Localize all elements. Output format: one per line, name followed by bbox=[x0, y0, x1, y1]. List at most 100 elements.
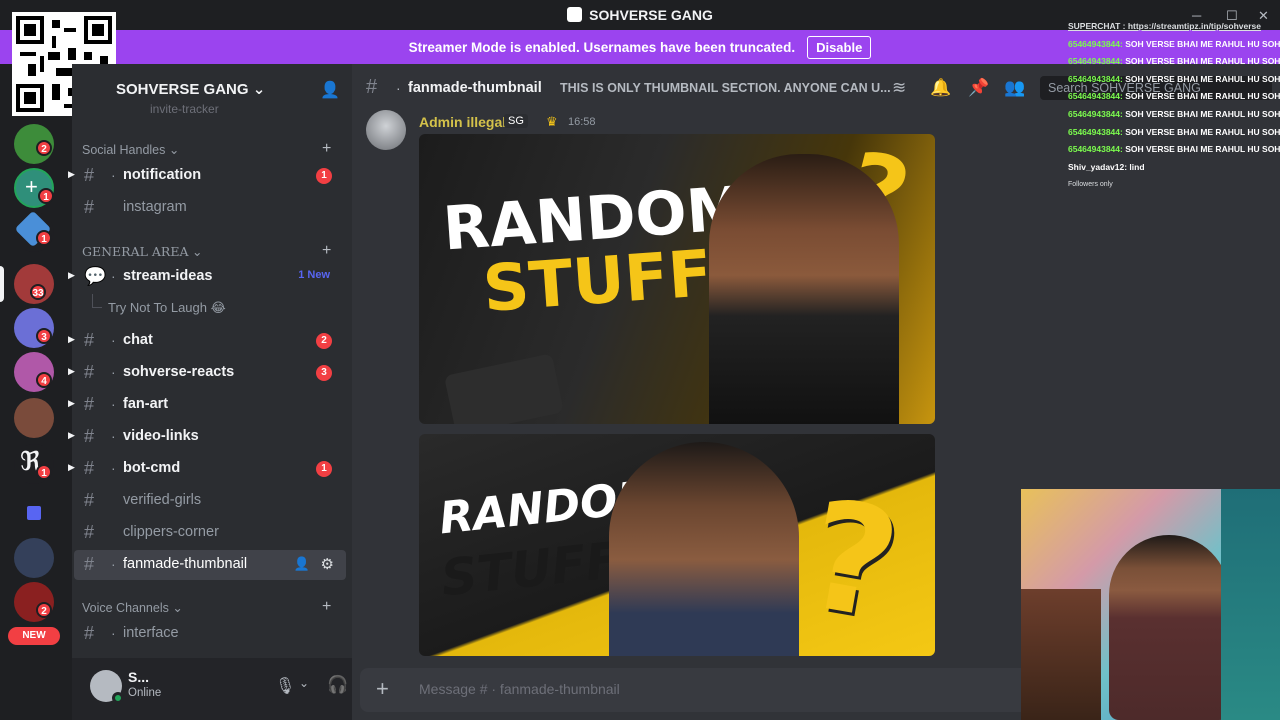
unread-indicator: ▶ bbox=[68, 462, 75, 472]
channel-clippers-corner[interactable]: # clippers-corner bbox=[74, 518, 346, 548]
disable-button[interactable]: Disable bbox=[807, 35, 872, 59]
unread-indicator: ▶ bbox=[68, 398, 75, 408]
server-list: 2 + 1 1 33 3 4 ℜ 1 2 NEW bbox=[0, 64, 72, 658]
channel-verified-girls[interactable]: # verified-girls bbox=[74, 486, 346, 516]
server-turtle[interactable]: 2 bbox=[14, 124, 54, 164]
microphone-icon[interactable]: 🎙 bbox=[275, 676, 295, 696]
channel-title: fanmade-thumbnail bbox=[408, 80, 542, 96]
hash-icon: # bbox=[84, 554, 95, 574]
overlay-footer: Followers only bbox=[1068, 181, 1113, 189]
folder-icon[interactable] bbox=[14, 494, 54, 534]
server-anime[interactable]: 3 bbox=[14, 308, 54, 348]
plus-icon: + bbox=[25, 174, 38, 199]
person-silhouette bbox=[709, 154, 899, 424]
invite-people-icon[interactable]: 👤 bbox=[320, 80, 340, 100]
message-timestamp: 16:58 bbox=[568, 116, 596, 128]
furniture bbox=[1021, 589, 1101, 720]
headphones-icon[interactable]: 🎧 bbox=[327, 675, 348, 695]
mention-badge: 3 bbox=[316, 365, 332, 381]
server-name[interactable]: SOHVERSE GANG ⌄ bbox=[116, 80, 265, 98]
dice-graphic bbox=[443, 353, 565, 424]
server-badge: 1 bbox=[36, 230, 52, 246]
channel-instagram[interactable]: # instagram bbox=[74, 193, 346, 223]
bell-icon[interactable]: 🔔 bbox=[930, 78, 951, 98]
server-game[interactable] bbox=[14, 538, 54, 578]
server-pink[interactable]: 4 bbox=[14, 352, 54, 392]
unread-indicator: ▶ bbox=[68, 169, 75, 179]
streamer-silhouette bbox=[1109, 535, 1229, 720]
superchat-line: SUPERCHAT : https://streamtipz.in/tip/so… bbox=[1068, 21, 1262, 31]
chevron-down-icon: ⌄ bbox=[252, 81, 266, 98]
channel-fan-art[interactable]: ▶ # · fan-art bbox=[68, 390, 346, 420]
overlay-chat-line: 65464943844: SOH VERSE BHAI ME RAHUL HU … bbox=[1068, 108, 1280, 119]
category-voice[interactable]: Voice Channels ⌄ + bbox=[82, 598, 331, 615]
server-badge: 4 bbox=[36, 372, 52, 388]
channel-fanmade-thumbnail[interactable]: # · fanmade-thumbnail 👤 ⚙ bbox=[74, 550, 346, 580]
lock-hash-icon: # bbox=[84, 490, 95, 510]
channel-topic[interactable]: THIS IS ONLY THUMBNAIL SECTION. ANYONE C… bbox=[560, 81, 891, 95]
server-badge: 33 bbox=[30, 284, 46, 300]
thumb-title-line2: STUFF bbox=[480, 237, 715, 327]
mention-badge: 2 bbox=[316, 333, 332, 349]
unread-indicator: ▶ bbox=[68, 334, 75, 344]
channel-notification[interactable]: ▶ # · notification 1 bbox=[68, 161, 346, 191]
threads-icon[interactable]: ≋ bbox=[892, 78, 906, 98]
server-active[interactable]: 33 bbox=[14, 264, 54, 304]
hash-icon: # bbox=[84, 394, 95, 414]
hash-icon: # bbox=[84, 165, 95, 185]
channel-video-links[interactable]: ▶ # · video-links bbox=[68, 422, 346, 452]
partial-channel: invite-tracker bbox=[150, 102, 219, 116]
pin-icon[interactable]: 📌 bbox=[968, 78, 989, 98]
mention-badge: 1 bbox=[316, 168, 332, 184]
message-author[interactable]: Admin illegal bbox=[419, 114, 506, 130]
banner-message: Streamer Mode is enabled. Usernames have… bbox=[408, 39, 796, 55]
add-channel-icon[interactable]: + bbox=[322, 242, 331, 260]
category-general[interactable]: GENERAL AREA ⌄ + bbox=[82, 242, 331, 259]
overlay-chat-line: 65464943844: SOH VERSE BHAI ME RAHUL HU … bbox=[1068, 126, 1280, 137]
thread-try-not-to-laugh[interactable]: Try Not To Laugh 😂 bbox=[74, 294, 346, 324]
channel-bot-cmd[interactable]: ▶ # · bot-cmd 1 bbox=[68, 454, 346, 484]
unread-indicator: ▶ bbox=[68, 430, 75, 440]
create-invite-icon[interactable]: 👤 bbox=[294, 556, 310, 572]
hash-icon: # bbox=[84, 623, 95, 643]
hash-icon: # bbox=[84, 197, 95, 217]
members-icon[interactable]: 👥 bbox=[1004, 78, 1025, 98]
thread-spine bbox=[92, 294, 102, 308]
thumbnail-image-2[interactable]: RANDOM STUFF! ? bbox=[419, 434, 935, 656]
avatar[interactable] bbox=[90, 670, 124, 704]
forum-icon: 💬 bbox=[84, 266, 107, 286]
server-add-icon[interactable]: + 1 bbox=[14, 168, 54, 208]
author-avatar[interactable] bbox=[366, 110, 406, 150]
overlay-chat-line: 65464943844: SOH VERSE BHAI ME RAHUL HU … bbox=[1068, 38, 1280, 49]
crown-icon: ♛ bbox=[546, 114, 558, 129]
chevron-down-icon[interactable]: ⌄ bbox=[299, 676, 309, 690]
add-channel-icon[interactable]: + bbox=[322, 598, 331, 616]
hash-icon: # bbox=[84, 426, 95, 446]
channel-stream-ideas[interactable]: ▶ 💬 · stream-ideas 1 New bbox=[68, 262, 346, 292]
server-person[interactable] bbox=[14, 398, 54, 438]
server-logo[interactable]: ℜ 1 bbox=[14, 444, 54, 484]
server-red[interactable]: 2 bbox=[14, 582, 54, 622]
category-social[interactable]: Social Handles ⌄ + bbox=[82, 140, 331, 157]
user-status: Online bbox=[128, 687, 162, 699]
add-channel-icon[interactable]: + bbox=[322, 140, 331, 158]
unread-indicator: ▶ bbox=[68, 366, 75, 376]
server-diamond[interactable]: 1 bbox=[14, 210, 54, 252]
overlay-chat-line: 65464943844: SOH VERSE BHAI ME RAHUL HU … bbox=[1068, 91, 1280, 102]
server-badge: 3 bbox=[36, 328, 52, 344]
username[interactable]: S... bbox=[128, 669, 149, 685]
add-attachment-icon[interactable]: + bbox=[376, 676, 389, 702]
thumbnail-image-1[interactable]: RANDOM STUFF ? bbox=[419, 134, 935, 424]
hash-icon: # bbox=[84, 362, 95, 382]
channel-interface[interactable]: # · interface bbox=[74, 619, 346, 649]
person-silhouette bbox=[609, 442, 799, 656]
channel-sohverse-reacts[interactable]: ▶ # · sohverse-reacts 3 bbox=[68, 358, 346, 388]
server-badge: 1 bbox=[36, 464, 52, 480]
message-input[interactable]: Message # · fanmade-thumbnail bbox=[419, 681, 620, 697]
channel-chat[interactable]: ▶ # · chat 2 bbox=[68, 326, 346, 356]
gear-icon[interactable]: ⚙ bbox=[321, 555, 334, 573]
overlay-chat-line: 65464943844: SOH VERSE BHAI ME RAHUL HU … bbox=[1068, 73, 1280, 84]
stream-chat-overlay: SUPERCHAT : https://streamtipz.in/tip/so… bbox=[1068, 18, 1280, 248]
folder-shape bbox=[27, 506, 41, 520]
server-tag: SG bbox=[504, 114, 528, 128]
